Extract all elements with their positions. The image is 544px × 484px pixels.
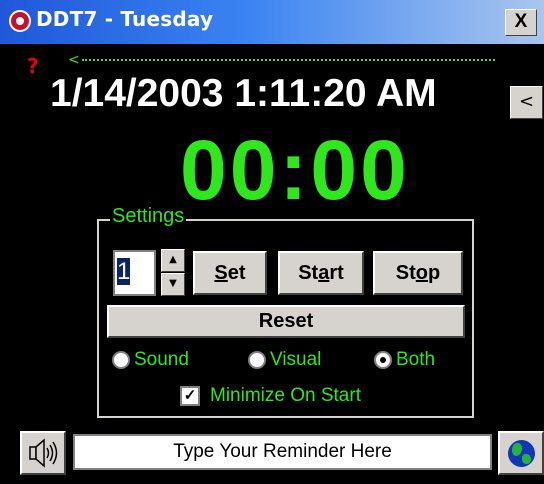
stop-label-b: p xyxy=(428,262,441,284)
spin-value-text: 1 xyxy=(117,258,131,285)
globe-icon xyxy=(508,440,535,467)
help-icon[interactable]: ? xyxy=(27,56,39,76)
spin-up-button[interactable]: ▲ xyxy=(161,249,185,272)
radio-both[interactable]: Both xyxy=(374,349,435,371)
speaker-button[interactable] xyxy=(20,431,66,475)
radio-visual-dot[interactable] xyxy=(248,351,266,369)
radio-visual[interactable]: Visual xyxy=(248,349,321,371)
app-icon xyxy=(9,10,31,32)
checkbox-box[interactable]: ✓ xyxy=(180,386,200,406)
settings-legend: Settings xyxy=(110,205,187,227)
stop-button[interactable]: Stop xyxy=(373,251,463,295)
set-label-mnemonic: S xyxy=(214,262,228,284)
close-button[interactable]: X xyxy=(505,9,537,36)
minimize-on-start-checkbox[interactable]: ✓ Minimize On Start xyxy=(180,384,361,408)
current-datetime: 1/14/2003 1:11:20 AM xyxy=(50,72,437,115)
start-label-a: St xyxy=(298,262,319,284)
reminder-input[interactable]: Type Your Reminder Here xyxy=(73,434,492,470)
title-bar[interactable]: DDT7 - Tuesday X xyxy=(0,0,544,44)
radio-visual-label: Visual xyxy=(270,349,322,370)
radio-sound[interactable]: Sound xyxy=(112,349,189,371)
speaker-icon xyxy=(29,438,58,468)
globe-button[interactable] xyxy=(498,431,544,475)
countdown-display: 00:00 xyxy=(180,123,410,217)
start-label-b: rt xyxy=(329,262,344,284)
radio-both-label: Both xyxy=(396,349,436,370)
stop-label-mnemonic: o xyxy=(415,262,428,284)
arrow-left-icon: < xyxy=(68,52,80,68)
start-label-mnemonic: a xyxy=(318,262,330,284)
window-title: DDT7 - Tuesday xyxy=(36,7,214,31)
minimize-label: Minimize On Start xyxy=(210,385,361,406)
set-button[interactable]: Set xyxy=(193,251,267,295)
dotted-divider xyxy=(82,59,495,61)
radio-sound-dot[interactable] xyxy=(112,351,130,369)
minutes-spin-input[interactable]: 1 xyxy=(113,250,156,296)
spin-down-button[interactable]: ▼ xyxy=(161,273,185,296)
radio-sound-label: Sound xyxy=(134,349,189,370)
set-label-b: et xyxy=(227,262,246,284)
reset-button[interactable]: Reset xyxy=(107,305,465,338)
stop-label-a: St xyxy=(395,262,416,284)
collapse-button[interactable]: < xyxy=(510,86,543,119)
radio-both-dot[interactable] xyxy=(374,351,392,369)
start-button[interactable]: Start xyxy=(278,251,364,295)
